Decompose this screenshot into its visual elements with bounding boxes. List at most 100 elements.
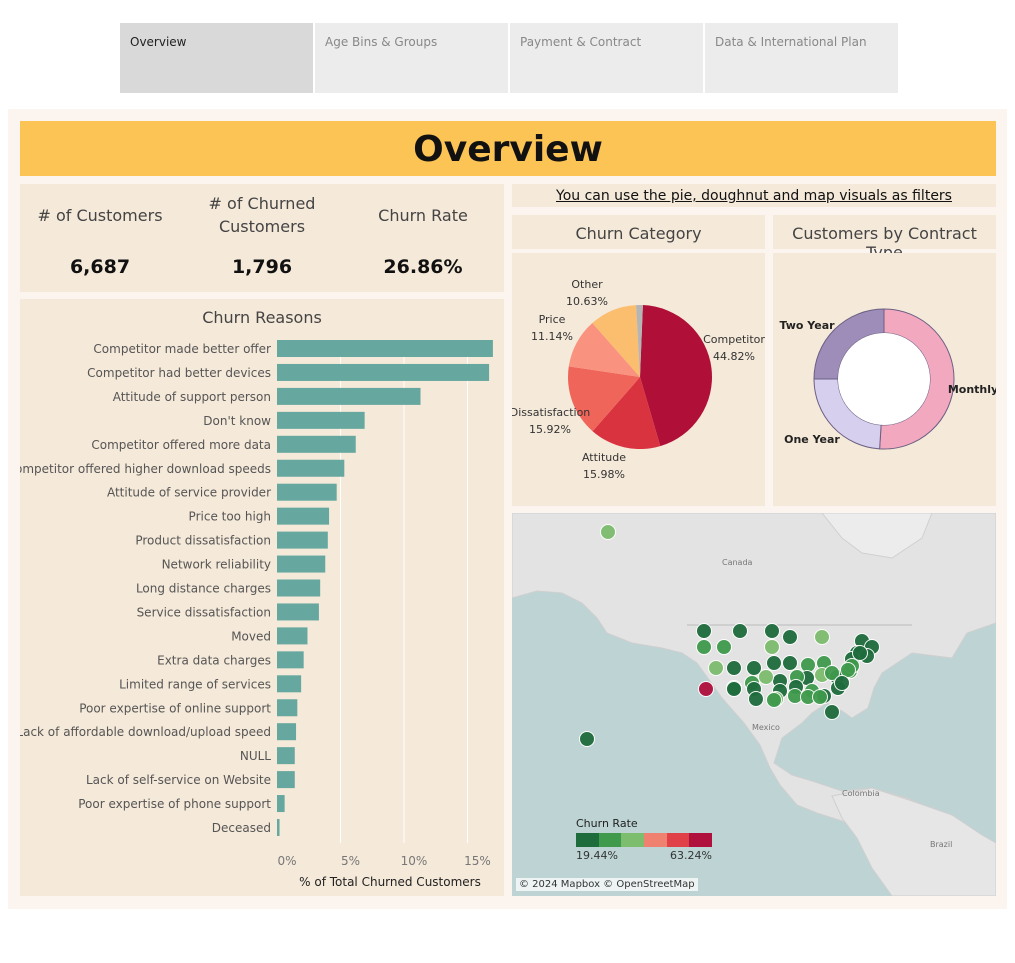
bar-poor-expertise-of-phone-support[interactable] [277, 795, 285, 813]
pie-label-pct: 11.14% [531, 330, 573, 343]
kpi-churned-label: # of Churned Customers [190, 192, 334, 238]
contract-type-donut[interactable]: Monthly One Year Two Year [773, 253, 996, 506]
donut-label-monthly: Monthly [948, 383, 996, 396]
pie-label-pct: 15.92% [529, 423, 571, 436]
bar-label: Lack of affordable download/upload speed [20, 725, 271, 739]
bar-extra-data-charges[interactable] [277, 651, 304, 669]
map-legend-max: 63.24% [670, 849, 712, 862]
map-marker[interactable] [708, 660, 724, 676]
kpi-churned-value: 1,796 [231, 256, 293, 278]
bar-lack-of-affordable-download-upload-speed[interactable] [277, 723, 297, 741]
map-marker[interactable] [698, 681, 714, 697]
bar-service-dissatisfaction[interactable] [277, 603, 319, 621]
map-marker[interactable] [600, 524, 616, 540]
bar-network-reliability[interactable] [277, 555, 326, 573]
bar-competitor-made-better-offer[interactable] [277, 340, 493, 357]
map-marker[interactable] [814, 629, 830, 645]
pie-label-pct: 10.63% [566, 295, 608, 308]
donut-label-one-year: One Year [784, 433, 840, 446]
map-marker[interactable] [852, 645, 868, 661]
kpi-customers-value: 6,687 [69, 256, 131, 278]
bar-label: Service dissatisfaction [137, 605, 271, 619]
kpi-churned-label-line2: Customers [218, 217, 306, 236]
tab-bar: Overview Age Bins & Groups Payment & Con… [120, 23, 898, 93]
pie-label-name: Dissatisfaction [512, 406, 590, 419]
map-marker[interactable] [726, 660, 742, 676]
pie-label-pct: 15.98% [583, 468, 625, 481]
bar-label: Competitor made better offer [93, 342, 271, 356]
bar-label: Competitor offered more data [91, 438, 271, 452]
pie-label-name: Competitor [703, 333, 765, 346]
bar-competitor-offered-more-data[interactable] [277, 435, 356, 453]
kpi-rate-value: 26.86% [383, 256, 463, 278]
bar-label: NULL [240, 749, 271, 763]
kpi-customers-label: # of Customers [37, 206, 163, 225]
map-marker[interactable] [764, 623, 780, 639]
bar-moved[interactable] [277, 627, 308, 645]
map-marker[interactable] [834, 675, 850, 691]
bar-label: Competitor had better devices [87, 366, 271, 380]
page-title: Overview [20, 121, 996, 176]
map-marker[interactable] [782, 655, 798, 671]
axis-tick: 0% [277, 854, 296, 868]
bar-label: Poor expertise of phone support [78, 797, 271, 811]
bar-deceased[interactable] [277, 819, 280, 836]
legend-swatch [644, 833, 667, 847]
bar-don-t-know[interactable] [277, 411, 365, 429]
map-legend-scale [576, 833, 713, 847]
tab-data-international-plan[interactable]: Data & International Plan [705, 23, 898, 93]
bar-label: Extra data charges [157, 653, 271, 667]
map-marker[interactable] [726, 681, 742, 697]
map-marker[interactable] [782, 629, 798, 645]
legend-swatch [621, 833, 645, 847]
bar-attitude-of-service-provider[interactable] [277, 483, 337, 501]
churn-category-pie[interactable]: Competitor 44.82% Attitude 15.98% Dissatisfa… [512, 253, 765, 506]
map-marker[interactable] [758, 669, 774, 685]
map-marker[interactable] [579, 731, 595, 747]
bar-limited-range-of-services[interactable] [277, 675, 302, 693]
bar-competitor-offered-higher-download-speeds[interactable] [277, 459, 345, 477]
map-marker[interactable] [764, 639, 780, 655]
bar-label: Product dissatisfaction [135, 534, 271, 548]
legend-swatch [689, 833, 713, 847]
churn-reasons-title: Churn Reasons [202, 308, 322, 327]
bar-lack-of-self-service-on-website[interactable] [277, 771, 295, 789]
legend-swatch [598, 833, 622, 847]
pie-label-pct: 44.82% [713, 350, 755, 363]
map-marker[interactable] [716, 639, 732, 655]
tab-age-bins-groups[interactable]: Age Bins & Groups [315, 23, 508, 93]
bar-label: Limited range of services [119, 677, 271, 691]
pie-label-name: Other [571, 278, 603, 291]
bar-label: Moved [231, 629, 271, 643]
bar-attitude-of-support-person[interactable] [277, 387, 421, 405]
map-marker[interactable] [812, 689, 828, 705]
bar-long-distance-charges[interactable] [277, 579, 321, 597]
churn-map[interactable]: Canada Mexico Colombia Brazil Churn Rate… [512, 513, 996, 896]
bar-null[interactable] [277, 747, 295, 765]
tab-payment-contract[interactable]: Payment & Contract [510, 23, 703, 93]
bar-price-too-high[interactable] [277, 507, 330, 525]
map-attribution[interactable]: © 2024 Mapbox © OpenStreetMap [516, 878, 698, 891]
bar-product-dissatisfaction[interactable] [277, 531, 328, 549]
map-marker[interactable] [766, 692, 782, 708]
map-marker[interactable] [824, 704, 840, 720]
bar-label: Attitude of support person [113, 390, 271, 404]
bar-label: Network reliability [162, 558, 271, 572]
x-axis-label: % of Total Churned Customers [299, 875, 481, 889]
legend-swatch [666, 833, 690, 847]
map-marker[interactable] [696, 623, 712, 639]
map-marker[interactable] [732, 623, 748, 639]
bar-label: Poor expertise of online support [79, 701, 271, 715]
bar-poor-expertise-of-online-support[interactable] [277, 699, 298, 717]
map-marker[interactable] [748, 691, 764, 707]
map-legend: Churn Rate 19.44% 63.24% [576, 817, 726, 862]
bar-competitor-had-better-devices[interactable] [277, 363, 490, 381]
map-marker[interactable] [766, 655, 782, 671]
map-marker[interactable] [696, 639, 712, 655]
tab-overview[interactable]: Overview [120, 23, 313, 93]
churn-reasons-chart: Competitor made better offer Competitor h… [20, 340, 493, 889]
bar-label: Lack of self-service on Website [86, 773, 271, 787]
bar-label: Deceased [212, 821, 271, 835]
bar-label: Attitude of service provider [107, 486, 271, 500]
kpi-rate-label: Churn Rate [378, 206, 468, 225]
